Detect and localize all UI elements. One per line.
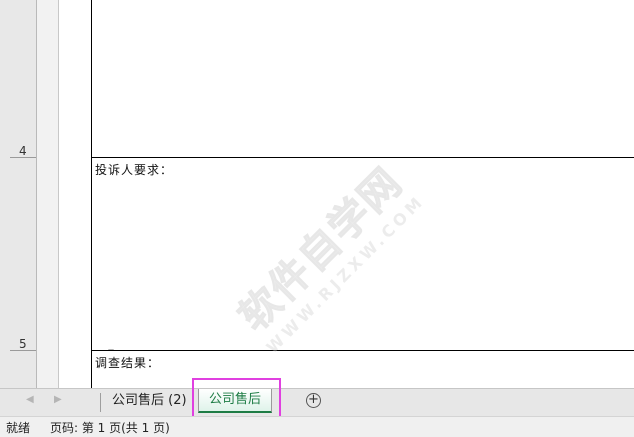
sheet-tab-company-aftersales-2[interactable]: 公司售后 (2) <box>104 389 195 414</box>
page-margin <box>59 0 91 388</box>
status-page-info: 页码: 第 1 页(共 1 页) <box>50 421 170 435</box>
status-bar: 就绪 页码: 第 1 页(共 1 页) <box>0 416 634 437</box>
tab-separator <box>100 393 101 412</box>
row-number-4[interactable]: 4 <box>19 144 27 158</box>
table-row-border <box>91 350 634 351</box>
complaint-request-label[interactable]: 投诉人要求： <box>95 161 173 178</box>
highlight-box <box>192 378 281 419</box>
status-ready: 就绪 <box>6 421 31 435</box>
investigation-result-label[interactable]: 调查结果： <box>95 354 160 371</box>
watermark-sub-text: WWW.RJZXW.COM <box>262 191 429 357</box>
column-strip <box>37 0 59 388</box>
row-number-5[interactable]: 5 <box>19 337 27 351</box>
add-sheet-icon[interactable]: + <box>306 393 321 408</box>
next-sheet-icon[interactable]: ▶ <box>54 394 62 405</box>
prev-sheet-icon[interactable]: ◀ <box>26 394 34 405</box>
row-header: 4 5 <box>0 0 37 388</box>
watermark: 软件自学网 WWW.RJZXW.COM <box>199 127 451 379</box>
table-row-border <box>91 157 634 158</box>
cell-mark: — <box>108 346 114 353</box>
watermark-main-text: 软件自学网 <box>230 159 412 341</box>
table-left-border <box>91 0 92 388</box>
